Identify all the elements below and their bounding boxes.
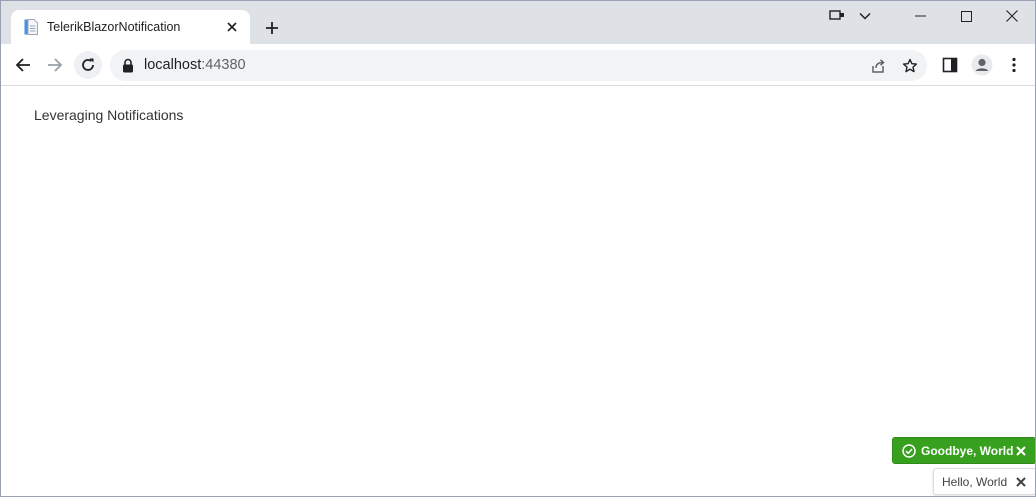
side-panel-icon[interactable] — [936, 51, 964, 79]
url-host: localhost — [144, 57, 202, 73]
close-window-button[interactable] — [989, 1, 1035, 31]
minimize-button[interactable] — [897, 1, 943, 31]
reload-button[interactable] — [74, 51, 102, 79]
tab-close-icon[interactable] — [222, 17, 242, 37]
notification-text: Goodbye, World — [921, 443, 1014, 458]
address-bar[interactable]: localhost:44380 — [110, 50, 927, 81]
tab-search-media-icon[interactable] — [823, 1, 851, 31]
share-icon[interactable] — [866, 54, 890, 78]
tab-search-chevron-down-icon[interactable] — [851, 1, 879, 31]
url-port: :44380 — [201, 57, 246, 73]
page-content: Leveraging Notifications Goodbye, World … — [1, 87, 1035, 496]
back-button[interactable] — [9, 51, 37, 79]
menu-kebab-icon[interactable] — [1000, 51, 1028, 79]
new-tab-button[interactable] — [259, 15, 285, 41]
bookmark-star-icon[interactable] — [898, 54, 922, 78]
check-circle-icon — [902, 443, 916, 458]
page-heading: Leveraging Notifications — [34, 107, 184, 123]
tab-title: TelerikBlazorNotification — [47, 20, 181, 34]
title-bar: TelerikBlazorNotification — [1, 1, 1035, 44]
maximize-button[interactable] — [943, 1, 989, 31]
browser-toolbar: localhost:44380 — [1, 44, 1035, 86]
url-text: localhost:44380 — [144, 57, 246, 73]
profile-avatar-icon[interactable] — [968, 51, 996, 79]
window-controls — [823, 1, 1035, 31]
notification-close-icon[interactable] — [1013, 443, 1029, 459]
forward-button[interactable] — [41, 51, 69, 79]
lock-icon[interactable] — [122, 58, 136, 73]
page-favicon-icon — [23, 19, 39, 35]
tab-telerik-blazor-notification[interactable]: TelerikBlazorNotification — [11, 10, 250, 44]
notification-success: Goodbye, World — [892, 437, 1035, 464]
notification-text: Hello, World — [942, 474, 1008, 489]
notification-plain: Hello, World — [933, 468, 1035, 495]
browser-window: TelerikBlazorNotification localhost:4438… — [0, 0, 1036, 497]
notification-close-icon[interactable] — [1013, 474, 1029, 490]
